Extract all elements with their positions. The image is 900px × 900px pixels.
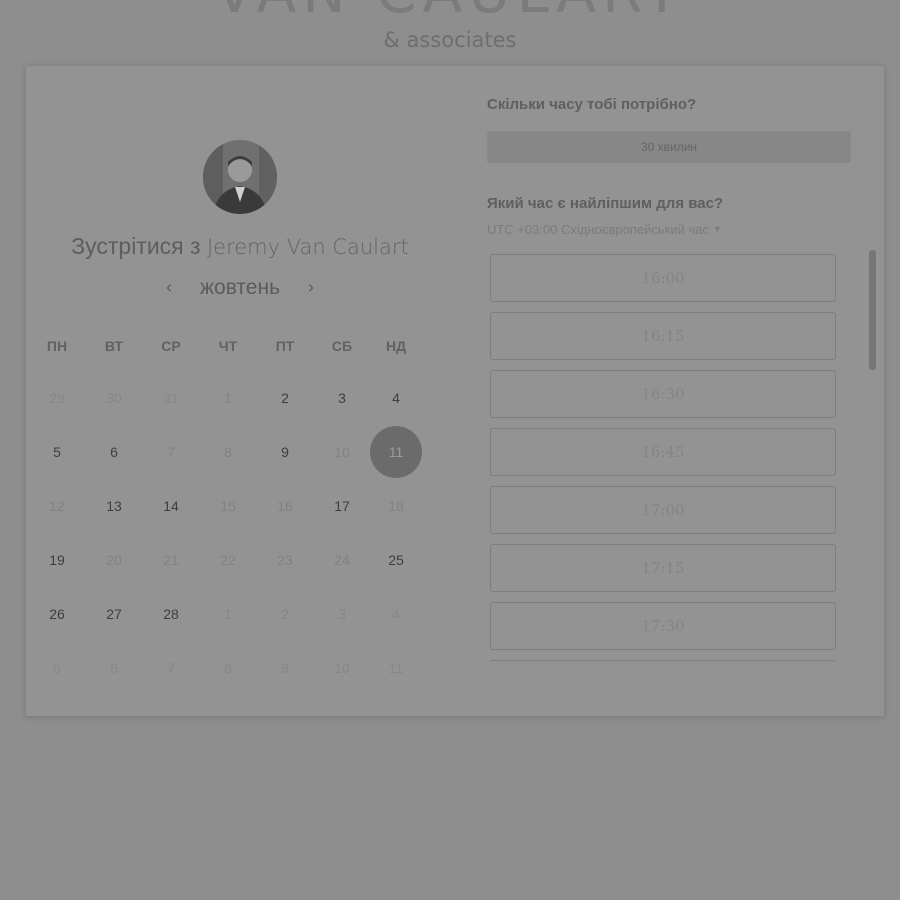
weekday-header: ПН [46,338,68,354]
calendar-day: 5 [53,660,61,676]
time-slot-button[interactable]: 17:15 [490,544,836,592]
calendar-day[interactable]: 13 [88,480,140,532]
calendar-day: 10 [334,444,350,460]
calendar-day: 1 [224,390,232,406]
calendar-day: 15 [220,498,236,514]
calendar-day[interactable]: 4 [370,372,422,424]
calendar-day[interactable]: 5 [31,426,83,478]
weekday-header: СР [161,338,181,354]
time-slot-button[interactable]: 16:45 [490,428,836,476]
calendar-day: 21 [163,552,179,568]
time-slot-button[interactable]: 16:30 [490,370,836,418]
calendar-day: 2 [281,606,289,622]
calendar-day[interactable]: 2 [259,372,311,424]
weekday-header: СБ [331,338,353,354]
calendar-day: 8 [224,660,232,676]
calendar-day[interactable]: 25 [370,534,422,586]
calendar-day: 24 [334,552,350,568]
calendar-day: 3 [338,606,346,622]
time-slot-button[interactable]: 16:00 [490,254,836,302]
time-slot-list: 16:00 16:15 16:30 16:45 17:00 17:15 17:30 17:45 [490,254,836,662]
weekday-header: ПТ [275,338,295,354]
calendar-day[interactable]: 26 [31,588,83,640]
weekday-header: ЧТ [218,338,238,354]
calendar-day[interactable]: 14 [145,480,197,532]
calendar-day: 20 [106,552,122,568]
calendar-day[interactable]: 27 [88,588,140,640]
time-slot-button[interactable]: 17:00 [490,486,836,534]
time-slot-button[interactable]: 16:15 [490,312,836,360]
calendar-day: 11 [388,660,404,676]
calendar-day[interactable]: 17 [316,480,368,532]
calendar-day: 6 [110,660,118,676]
calendar-day: 9 [281,660,289,676]
caret-down-icon: ▼ [712,224,722,234]
calendar-day: 23 [277,552,293,568]
calendar-day: 7 [167,444,175,460]
calendar-day-selected[interactable]: 11 [370,426,422,478]
brand-logo-name: VAN CAULART [0,0,900,22]
calendar-day: 1 [224,606,232,622]
calendar-day[interactable]: 28 [145,588,197,640]
calendar-day: 18 [388,498,404,514]
calendar-day: 12 [49,498,65,514]
calendar-day: 7 [167,660,175,676]
calendar-day: 10 [334,660,350,676]
weekday-header: НД [385,338,407,354]
calendar-day: 22 [220,552,236,568]
duration-question: Скільки часу тобі потрібно? [487,96,697,113]
time-slot-button[interactable]: 17:45 [490,660,836,662]
calendar-day: 4 [392,606,400,622]
booking-options-panel: Скільки часу тобі потрібно? 30 хвилин Як… [486,66,884,716]
time-question: Який час є найліпшим для вас? [487,195,724,212]
booking-card: Зустрітися з Jeremy Van Caulart ‹ жовтен… [26,66,884,716]
calendar-day: 29 [49,390,65,406]
weekday-header: ВТ [104,338,124,354]
calendar-day: 31 [163,390,179,406]
calendar-grid: ПН ВТ СР ЧТ ПТ СБ НД 29 30 31 1 2 3 4 5 6 7 8 9 10 11 12 13 14 1… [26,66,454,716]
calendar-day: 8 [224,444,232,460]
calendar-day[interactable]: 19 [31,534,83,586]
calendar-day[interactable]: 9 [259,426,311,478]
calendar-day[interactable]: 6 [88,426,140,478]
time-slot-scrollbar[interactable] [869,250,876,370]
calendar-day[interactable]: 3 [316,372,368,424]
calendar-day: 16 [277,498,293,514]
duration-select[interactable]: 30 хвилин [487,131,851,163]
timezone-label: UTC +03:00 Східноєвропейський час [487,222,709,237]
time-slot-button[interactable]: 17:30 [490,602,836,650]
calendar-panel: Зустрітися з Jeremy Van Caulart ‹ жовтен… [26,66,454,716]
timezone-selector[interactable]: UTC +03:00 Східноєвропейський час ▼ [487,222,722,237]
brand-logo-subtitle: & associates [383,28,517,52]
calendar-day: 30 [106,390,122,406]
